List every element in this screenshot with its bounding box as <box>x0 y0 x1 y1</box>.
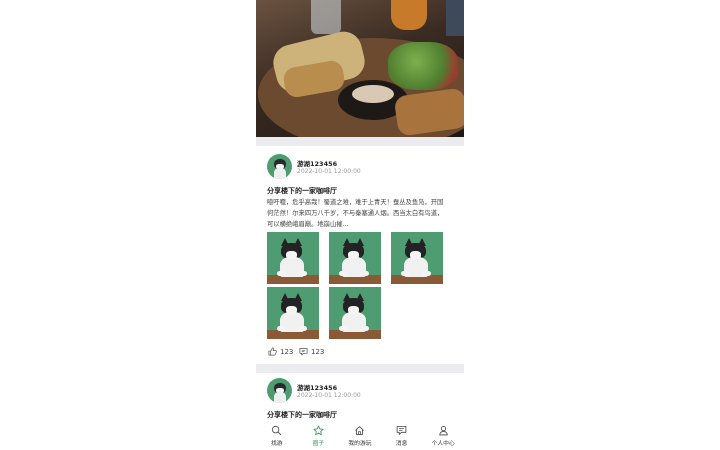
avatar[interactable] <box>267 154 292 179</box>
section-divider <box>256 364 464 373</box>
like-button[interactable]: 123 <box>268 347 293 356</box>
tab-label: 消息 <box>395 441 408 447</box>
user-icon <box>438 426 448 436</box>
post-username[interactable]: 游湖123456 <box>297 158 337 168</box>
post-time: 2022-10-01 12:00:00 <box>297 168 361 175</box>
avatar[interactable] <box>267 378 292 403</box>
post-photo[interactable] <box>329 232 381 284</box>
tab-label: 找游 <box>270 441 283 447</box>
post-content[interactable]: 噫吁嚱，危乎高哉！蜀道之难，难于上青天！蚕丛及鱼凫，开国何茫然！尔来四万八千岁，… <box>267 197 449 230</box>
post-title[interactable]: 分享楼下的一家咖啡厅 <box>267 186 337 196</box>
post-photo[interactable] <box>329 287 381 339</box>
tab-label: 个人中心 <box>431 441 455 447</box>
comment-count: 123 <box>311 347 325 356</box>
tab-messages[interactable]: 消息 <box>381 421 423 450</box>
bottom-tab-bar: 找游 圈子 我的游玩 消息 个人中心 <box>256 421 464 450</box>
banner-image[interactable] <box>256 0 464 137</box>
tab-find[interactable]: 找游 <box>256 421 298 450</box>
search-icon <box>272 425 282 436</box>
app-screen: 游湖123456 2022-10-01 12:00:00 分享楼下的一家咖啡厅 … <box>256 0 464 450</box>
section-divider <box>256 137 464 146</box>
tab-circle[interactable]: 圈子 <box>298 421 340 450</box>
tab-my-trips[interactable]: 我的游玩 <box>339 421 381 450</box>
comment-icon <box>299 347 308 356</box>
post-photo[interactable] <box>267 287 319 339</box>
like-count: 123 <box>280 347 294 356</box>
home-icon <box>355 426 365 436</box>
tab-profile[interactable]: 个人中心 <box>422 421 464 450</box>
post-time: 2022-10-01 12:00:00 <box>297 392 361 399</box>
post-title[interactable]: 分享楼下的一家咖啡厅 <box>267 410 337 420</box>
post-photo[interactable] <box>391 232 443 284</box>
message-icon <box>396 425 407 435</box>
thumbs-up-icon <box>268 347 277 356</box>
comment-button[interactable]: 123 <box>299 347 324 356</box>
tab-label: 我的游玩 <box>348 441 372 447</box>
tab-label: 圈子 <box>312 441 325 447</box>
post-photo[interactable] <box>267 232 319 284</box>
post-username[interactable]: 游湖123456 <box>297 382 337 392</box>
star-icon <box>313 425 324 436</box>
